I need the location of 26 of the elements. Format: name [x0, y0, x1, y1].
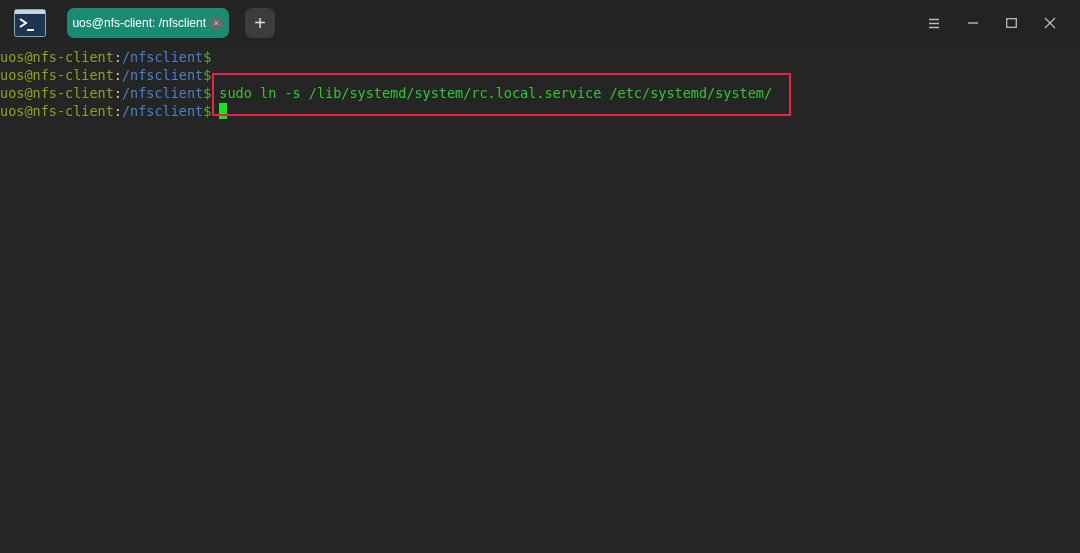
new-tab-button[interactable]: + [245, 8, 275, 38]
menu-icon[interactable] [928, 17, 940, 29]
prompt-user: uos@nfs-client [0, 48, 114, 66]
tab-title: uos@nfs-client: /nfsclient [72, 15, 206, 32]
maximize-icon[interactable] [1006, 18, 1017, 28]
prompt-path: /nfsclient [121, 102, 204, 120]
prompt-path: /nfsclient [121, 84, 204, 102]
terminal-tab[interactable]: uos@nfs-client: /nfsclient × [67, 8, 229, 38]
prompt-symbol: $ [203, 66, 212, 84]
prompt-user: uos@nfs-client [0, 102, 114, 120]
tab-close-button[interactable]: × [210, 16, 223, 30]
command-text: sudo ln -s /lib/systemd/system/rc.local.service /etc/systemd/system/ [219, 84, 773, 102]
prompt-separator: : [113, 48, 122, 66]
prompt-symbol: $ [203, 102, 212, 120]
prompt-separator: : [113, 66, 122, 84]
prompt-separator: : [113, 102, 122, 120]
minimize-icon[interactable] [967, 22, 979, 24]
prompt-separator: : [113, 84, 122, 102]
prompt-symbol: $ [203, 84, 212, 102]
prompt-symbol: $ [203, 48, 212, 66]
prompt-user: uos@nfs-client [0, 84, 114, 102]
terminal-app-icon[interactable] [14, 9, 46, 37]
prompt-path: /nfsclient [121, 48, 204, 66]
close-icon[interactable] [1044, 17, 1056, 29]
prompt-user: uos@nfs-client [0, 66, 114, 84]
prompt-path: /nfsclient [121, 66, 204, 84]
